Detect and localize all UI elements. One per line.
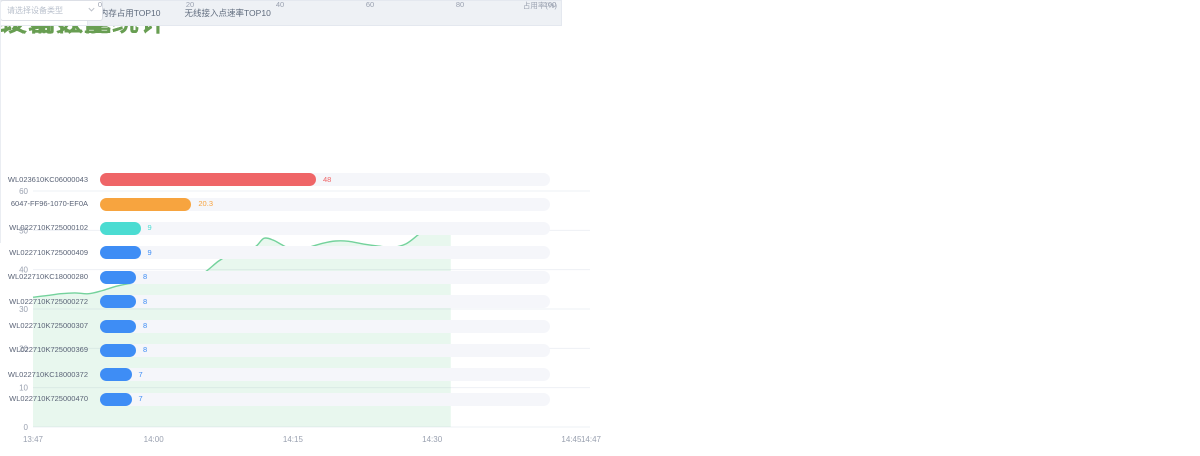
bar-row: WL022710K725000307 8: [0, 314, 565, 338]
bar-value: 9: [148, 241, 152, 265]
bar: [100, 222, 141, 235]
bar-track: [100, 246, 550, 259]
bar-row: WL022710KC18000372 7: [0, 363, 565, 387]
bar-row: WL022710K725000102 9: [0, 216, 565, 240]
bar-row: WL022710K725000409 9: [0, 241, 565, 265]
bar-value: 8: [143, 265, 147, 289]
bar-value: 7: [139, 387, 143, 411]
bar-value: 8: [143, 314, 147, 338]
device-name-label: WL022710K725000272: [0, 290, 88, 314]
bar-row: WL022710K725000470 7: [0, 387, 565, 411]
bar-value: 8: [143, 338, 147, 362]
bar: [100, 295, 136, 308]
bar-chart: WL023610KC06000043 48 6047-FF96-1070-EF0A 2…: [0, 0, 570, 456]
bar-value: 7: [139, 363, 143, 387]
bar-value: 8: [143, 290, 147, 314]
bar: [100, 393, 132, 406]
bar-row: WL023610KC06000043 48: [0, 168, 565, 192]
device-name-label: WL023610KC06000043: [0, 168, 88, 192]
dashboard: 终端数量统计 终端数量统计 近1小时 2023-12-27 13:47 - 20…: [0, 0, 1200, 456]
device-name-label: WL022710KC18000280: [0, 265, 88, 289]
bar-track: [100, 368, 550, 381]
device-name-label: 6047-FF96-1070-EF0A: [0, 192, 88, 216]
bar-value: 48: [323, 168, 331, 192]
bar-row: 6047-FF96-1070-EF0A 20.3: [0, 192, 565, 216]
bar-row: WL022710KC18000280 8: [0, 265, 565, 289]
device-name-label: WL022710K725000102: [0, 216, 88, 240]
bar-value: 20.3: [198, 192, 213, 216]
bar-chart-x-axis-name: 占用率(%): [0, 0, 557, 11]
bar: [100, 271, 136, 284]
device-name-label: WL022710K725000307: [0, 314, 88, 338]
bar: [100, 368, 132, 381]
bar-track: [100, 198, 550, 211]
bar: [100, 198, 191, 211]
bar-row: WL022710K725000272 8: [0, 290, 565, 314]
bar: [100, 344, 136, 357]
device-name-label: WL022710K725000470: [0, 387, 88, 411]
bar-value: 9: [148, 216, 152, 240]
bar-track: [100, 320, 550, 333]
device-name-label: WL022710KC18000372: [0, 363, 88, 387]
bar-track: [100, 393, 550, 406]
bar-track: [100, 222, 550, 235]
bar: [100, 246, 141, 259]
bar: [100, 173, 316, 186]
device-name-label: WL022710K725000409: [0, 241, 88, 265]
device-name-label: WL022710K725000369: [0, 338, 88, 362]
bar-track: [100, 295, 550, 308]
bar: [100, 320, 136, 333]
x-tick-label: 14:47: [581, 435, 602, 444]
bar-track: [100, 344, 550, 357]
bar-track: [100, 271, 550, 284]
bar-row: WL022710K725000369 8: [0, 338, 565, 362]
